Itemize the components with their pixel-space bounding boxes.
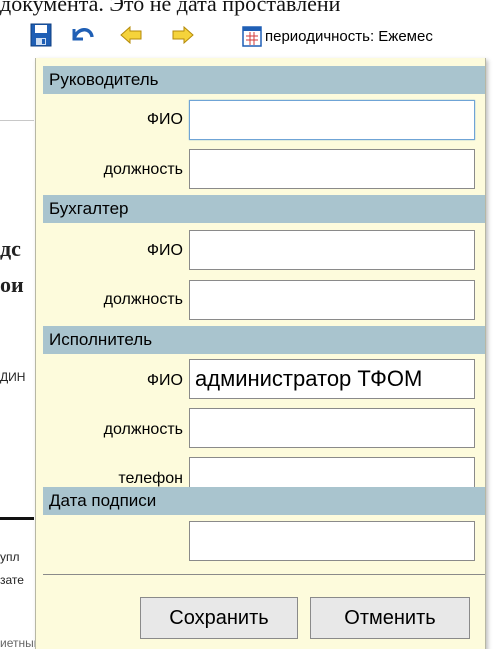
arrow-left-icon [120,26,142,44]
periodicity-selector[interactable]: периодичность: Ежемес [242,24,433,48]
executor-position-input[interactable] [189,408,475,448]
back-button[interactable] [116,18,146,52]
arrow-right-icon [172,26,194,44]
bg-fragment: упл [0,550,20,564]
accountant-fio-label: ФИО [146,242,183,259]
undo-button[interactable] [67,18,97,52]
document-top-text: документа. Это не дата проставлени [0,0,341,16]
head-position-label: должность [103,161,183,178]
bg-rule [0,517,34,520]
save-button-popup[interactable]: Сохранить [140,597,298,639]
signatories-popup: Руководитель ФИО должность Бухгалтер ФИО… [35,58,486,649]
accountant-position-label: должность [103,291,183,308]
executor-position-label: должность [103,421,183,438]
periodicity-label: периодичность: Ежемес [265,27,433,45]
head-fio-label: ФИО [146,111,183,128]
forward-button[interactable] [168,18,198,52]
page: документа. Это не дата проставлени дс ои… [0,0,493,649]
section-header-accountant: Бухгалтер [43,195,485,223]
bg-fragment: зате [0,573,24,587]
bg-fragment: дс [0,236,21,261]
divider [43,574,485,575]
accountant-position-input[interactable] [189,280,475,320]
bg-fragment: ои [0,272,24,297]
head-fio-input[interactable] [189,100,475,140]
toolbar: периодичность: Ежемес [26,18,493,56]
head-position-input[interactable] [189,149,475,189]
save-button[interactable] [26,18,56,52]
section-header-head: Руководитель [43,66,485,94]
undo-icon [72,28,94,41]
bg-rule [0,120,34,121]
section-header-executor: Исполнитель [43,326,485,354]
calendar-icon [242,26,262,47]
accountant-fio-input[interactable] [189,230,475,270]
cancel-button[interactable]: Отменить [310,597,470,639]
save-icon [30,23,52,47]
executor-fio-label: ФИО [146,372,183,389]
section-header-sign-date: Дата подписи [43,487,485,515]
sign-date-input[interactable] [189,521,475,561]
executor-fio-input[interactable] [189,359,475,399]
bg-fragment: ДИН [0,370,26,384]
